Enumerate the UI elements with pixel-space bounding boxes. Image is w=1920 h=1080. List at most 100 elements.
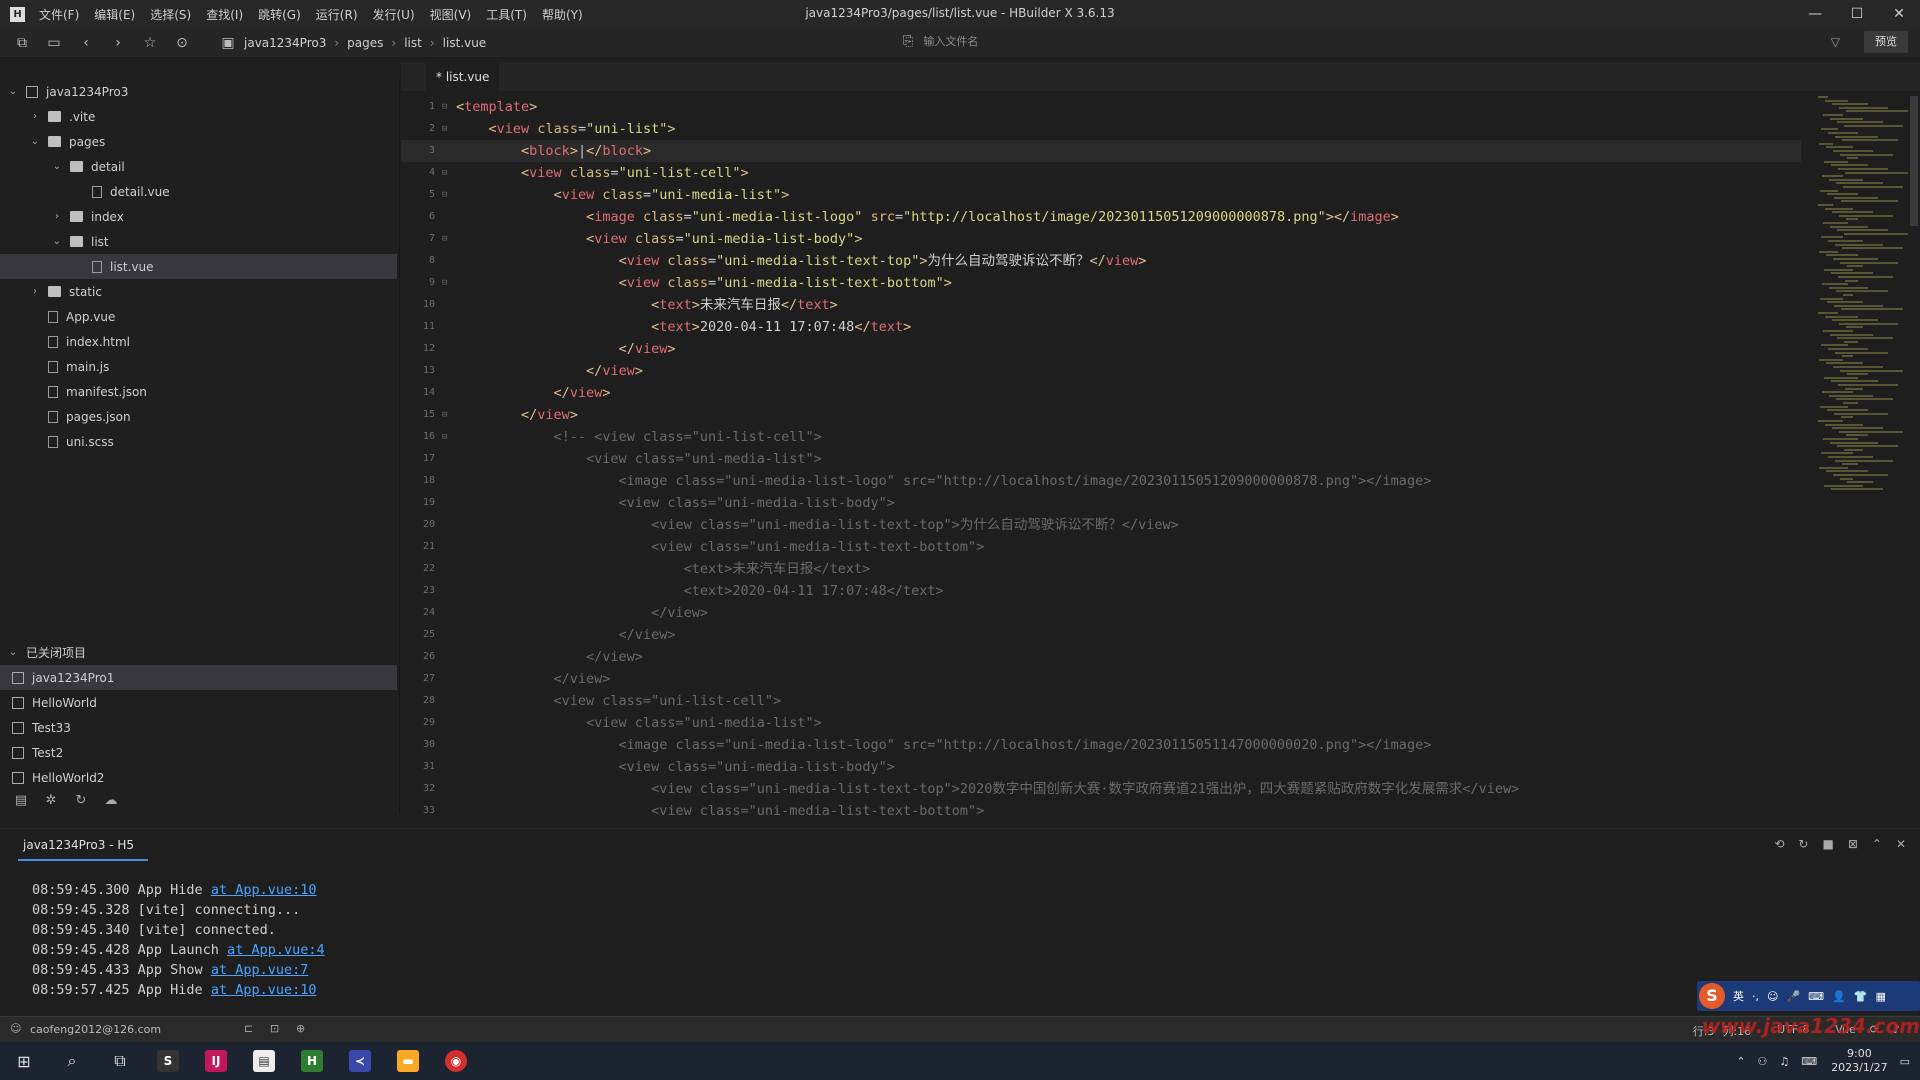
fold-toggle-icon[interactable]: ⊟ (442, 162, 447, 184)
code-line[interactable]: 19 <view class="uni-media-list-body"> (401, 492, 1801, 514)
code-line[interactable]: 14 </view> (401, 382, 1801, 404)
ime-item[interactable]: ▦ (1875, 990, 1885, 1003)
tree-item[interactable]: uni.scss (0, 429, 397, 454)
code-line[interactable]: 25 </view> (401, 624, 1801, 646)
code-line[interactable]: 2 ⊟ <view class="uni-list"> (401, 118, 1801, 140)
volume-icon[interactable]: ♫ (1779, 1055, 1789, 1068)
code-line[interactable]: 13 </view> (401, 360, 1801, 382)
code-line[interactable]: 11 <text>2020-04-11 17:07:48</text> (401, 316, 1801, 338)
log-source-link[interactable]: at App.vue:4 (227, 942, 325, 958)
code-line[interactable]: 22 <text>未来汽车日报</text> (401, 558, 1801, 580)
code-line[interactable]: 9 ⊟ <view class="uni-media-list-text-bott… (401, 272, 1801, 294)
clock[interactable]: 9:00 2023/1/27 (1831, 1047, 1887, 1075)
forward-icon[interactable]: › (108, 35, 128, 51)
menu-item[interactable]: 查找(I) (206, 6, 243, 23)
minimize-button[interactable]: — (1794, 0, 1836, 28)
tree-item[interactable]: › static (0, 279, 397, 304)
log-source-link[interactable]: at App.vue:10 (211, 982, 317, 998)
code-line[interactable]: 27 </view> (401, 668, 1801, 690)
code-line[interactable]: 12 </view> (401, 338, 1801, 360)
menu-item[interactable]: 帮助(Y) (542, 6, 583, 23)
menu-item[interactable]: 选择(S) (150, 6, 191, 23)
restart-icon[interactable]: ⟲ (1774, 837, 1784, 851)
chevron-up-icon[interactable]: ⌃ (1736, 1055, 1745, 1068)
fold-toggle-icon[interactable]: ⊟ (442, 96, 447, 118)
star-icon[interactable]: ☆ (140, 35, 160, 51)
hbuilder-taskbar-icon[interactable]: H (288, 1042, 336, 1080)
ime-item[interactable]: 🎤 (1786, 990, 1800, 1003)
code-line[interactable]: 6 <image class="uni-media-list-logo" src… (401, 206, 1801, 228)
tree-item[interactable]: App.vue (0, 304, 397, 329)
windows-start-icon[interactable]: ⊞ (0, 1042, 48, 1080)
notepad-icon[interactable]: ▤ (240, 1042, 288, 1080)
bug-icon[interactable]: ✲ (42, 793, 60, 808)
chevron-right-icon[interactable]: › (30, 286, 40, 297)
tree-item[interactable]: pages.json (0, 404, 397, 429)
closed-project-item[interactable]: java1234Pro1 (0, 665, 397, 690)
user-icon[interactable]: ☺ (10, 1022, 21, 1035)
minimap[interactable] (1814, 96, 1909, 516)
code-line[interactable]: 3 <block>|</block> (401, 140, 1801, 162)
console-tab[interactable]: java1234Pro3 - H5 (23, 838, 134, 852)
code-editor[interactable]: 1 ⊟ <template> 2 ⊟ <view class="uni-list"> 3 … (401, 96, 1920, 815)
network-icon[interactable]: ⚇ (1758, 1055, 1768, 1068)
ime-item[interactable]: ·, (1752, 990, 1759, 1003)
fold-toggle-icon[interactable]: ⊟ (442, 118, 447, 140)
code-line[interactable]: 18 <image class="uni-media-list-logo" sr… (401, 470, 1801, 492)
run-icon[interactable]: ⊙ (172, 35, 192, 51)
breadcrumb-pages[interactable]: pages (347, 36, 383, 50)
menu-item[interactable]: 工具(T) (486, 6, 527, 23)
ime-toolbar[interactable]: S 英 ·, ☺ 🎤 ⌨ 👤 👕 ▦ (1697, 981, 1920, 1011)
menu-item[interactable]: 运行(R) (316, 6, 358, 23)
closed-projects-header[interactable]: ⌄ 已关闭项目 (0, 640, 397, 665)
idea-icon[interactable]: IJ (192, 1042, 240, 1080)
filter-icon[interactable]: ▽ (1831, 35, 1840, 49)
new-file-icon[interactable]: ⧉ (12, 35, 32, 51)
save-icon[interactable]: ▭ (44, 35, 64, 51)
log-source-link[interactable]: at App.vue:10 (211, 882, 317, 898)
chevron-up-icon[interactable]: ⌃ (1872, 837, 1882, 851)
task-view-icon[interactable]: ⧉ (96, 1042, 144, 1080)
chrome-icon[interactable]: ◉ (432, 1042, 480, 1080)
code-line[interactable]: 21 <view class="uni-media-list-text-bott… (401, 536, 1801, 558)
tab-list-vue[interactable]: * list.vue (426, 63, 500, 91)
search-icon[interactable]: ⌕ (48, 1042, 96, 1080)
account-label[interactable]: caofeng2012@126.com (30, 1023, 161, 1036)
chevron-down-icon[interactable]: ⌄ (52, 161, 62, 172)
file-search-input[interactable]: 输入文件名 (923, 33, 978, 49)
stop-icon[interactable]: ■ (1822, 837, 1833, 851)
chevron-down-icon[interactable]: ⌄ (52, 236, 62, 247)
ime-item[interactable]: 👤 (1832, 990, 1846, 1003)
closed-project-item[interactable]: Test33 (0, 715, 397, 740)
tree-item[interactable]: › index (0, 204, 397, 229)
code-line[interactable]: 32 <view class="uni-media-list-text-top"… (401, 778, 1801, 800)
ime-item[interactable]: ☺ (1767, 990, 1778, 1003)
code-line[interactable]: 5 ⊟ <view class="uni-media-list"> (401, 184, 1801, 206)
notification-icon[interactable]: ▭ (1900, 1055, 1910, 1068)
layout-icon[interactable]: ⊏ (244, 1022, 253, 1035)
clear-icon[interactable]: ⊠ (1848, 837, 1858, 851)
breadcrumb-list[interactable]: list (404, 36, 422, 50)
tree-item[interactable]: ⌄ list (0, 229, 397, 254)
app-icon[interactable]: S (144, 1042, 192, 1080)
ime-icon[interactable]: ⌨ (1801, 1055, 1817, 1068)
file-explorer-icon[interactable]: ▬ (384, 1042, 432, 1080)
tree-item[interactable]: index.html (0, 329, 397, 354)
tree-item[interactable]: › .vite (0, 104, 397, 129)
vscode-icon[interactable]: ≺ (336, 1042, 384, 1080)
ime-item[interactable]: 英 (1733, 988, 1744, 1004)
maximize-button[interactable]: ☐ (1836, 0, 1878, 28)
breadcrumb-project[interactable]: java1234Pro3 (244, 36, 326, 50)
closed-project-item[interactable]: HelloWorld (0, 690, 397, 715)
code-line[interactable]: 23 <text>2020-04-11 17:07:48</text> (401, 580, 1801, 602)
preview-button[interactable]: 预览 (1864, 31, 1908, 53)
closed-project-item[interactable]: HelloWorld2 (0, 765, 397, 790)
fold-toggle-icon[interactable]: ⊟ (442, 404, 447, 426)
menu-item[interactable]: 编辑(E) (94, 6, 135, 23)
refresh-icon[interactable]: ↻ (72, 793, 90, 808)
code-line[interactable]: 10 <text>未来汽车日报</text> (401, 294, 1801, 316)
cloud-icon[interactable]: ☁ (102, 793, 120, 808)
code-line[interactable]: 30 <image class="uni-media-list-logo" sr… (401, 734, 1801, 756)
code-line[interactable]: 24 </view> (401, 602, 1801, 624)
code-line[interactable]: 4 ⊟ <view class="uni-list-cell"> (401, 162, 1801, 184)
